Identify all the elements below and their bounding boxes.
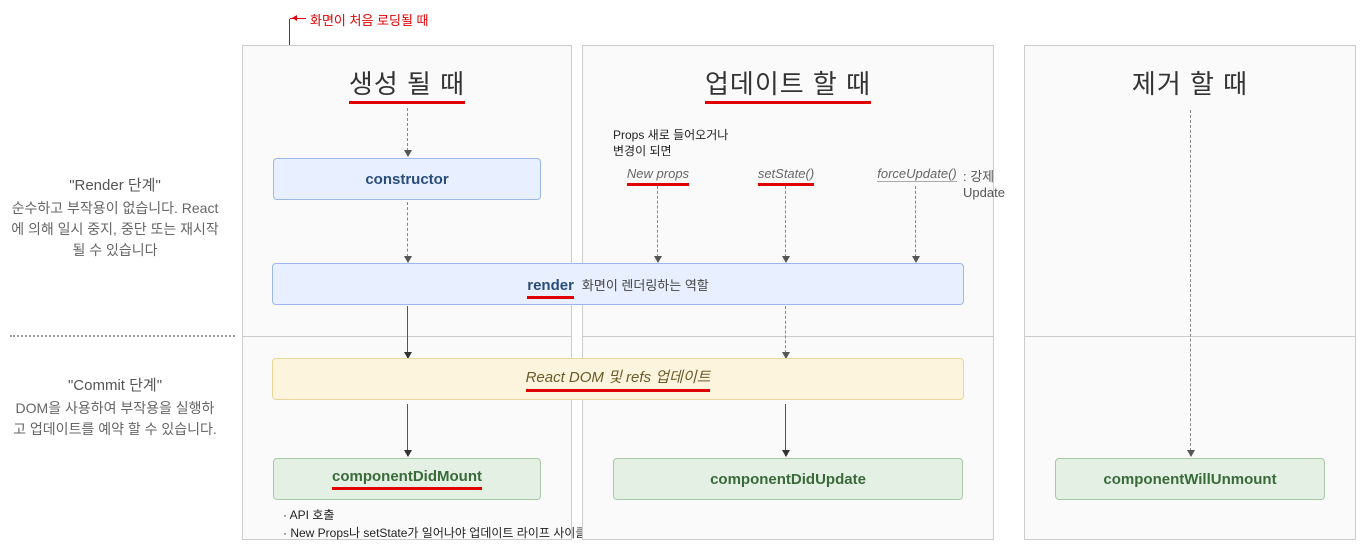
phase-divider: [10, 335, 235, 337]
arrow-update-setstate: [785, 186, 786, 262]
trigger-setstate: setState(): [741, 166, 831, 181]
annotation-loading: 화면이 처음 로딩될 때: [310, 10, 428, 29]
render-phase-title: "Render 단계": [10, 175, 220, 198]
trigger-newprops: New props: [613, 166, 703, 181]
column-update-title: 업데이트 할 때: [583, 46, 993, 107]
arrow-update-force: [915, 186, 916, 262]
box-componentwillunmount: componentWillUnmount: [1055, 458, 1325, 500]
arrow-update-to-didupdate: [785, 404, 786, 456]
box-dom-refs: React DOM 및 refs 업데이트: [272, 358, 964, 400]
column-unmount-title: 제거 할 때: [1025, 46, 1355, 107]
box-render: render화면이 렌더링하는 역할: [272, 263, 964, 305]
box-componentdidmount: componentDidMount: [273, 458, 541, 500]
note-api-call: · API 호출: [283, 506, 334, 523]
render-phase-desc: 순수하고 부작용이 없습니다. React에 의해 일시 중지, 중단 또는 재…: [10, 198, 220, 261]
phase-divider-col2: [583, 336, 993, 337]
side-commit-phase: "Commit 단계" DOM을 사용하여 부작용을 실행하고 업데이트를 예약…: [10, 375, 220, 440]
arrow-update-props: [657, 186, 658, 262]
trigger-forceupdate: forceUpdate(): [867, 166, 967, 181]
arrow-mount-4: [407, 404, 408, 456]
column-mount-title: 생성 될 때: [243, 46, 571, 107]
note-force-update: : 강제 Update: [963, 166, 1005, 200]
side-render-phase: "Render 단계" 순수하고 부작용이 없습니다. React에 의해 일시…: [10, 175, 220, 261]
arrow-mount-1: [407, 108, 408, 156]
arrow-mount-3: [407, 306, 408, 358]
commit-phase-desc: DOM을 사용하여 부작용을 실행하고 업데이트를 예약 할 수 있습니다.: [10, 398, 220, 440]
note-props-change: Props 새로 들어오거나 변경이 되면: [613, 128, 728, 159]
box-componentdidupdate: componentDidUpdate: [613, 458, 963, 500]
column-unmount: 제거 할 때 componentWillUnmount: [1024, 45, 1356, 540]
box-constructor: constructor: [273, 158, 541, 200]
arrow-unmount: [1190, 110, 1191, 456]
arrow-mount-2: [407, 202, 408, 262]
diagram-root: 화면이 처음 로딩될 때 "Render 단계" 순수하고 부작용이 없습니다.…: [10, 10, 1355, 540]
commit-phase-title: "Commit 단계": [10, 375, 220, 398]
arrow-update-render-down: [785, 306, 786, 358]
